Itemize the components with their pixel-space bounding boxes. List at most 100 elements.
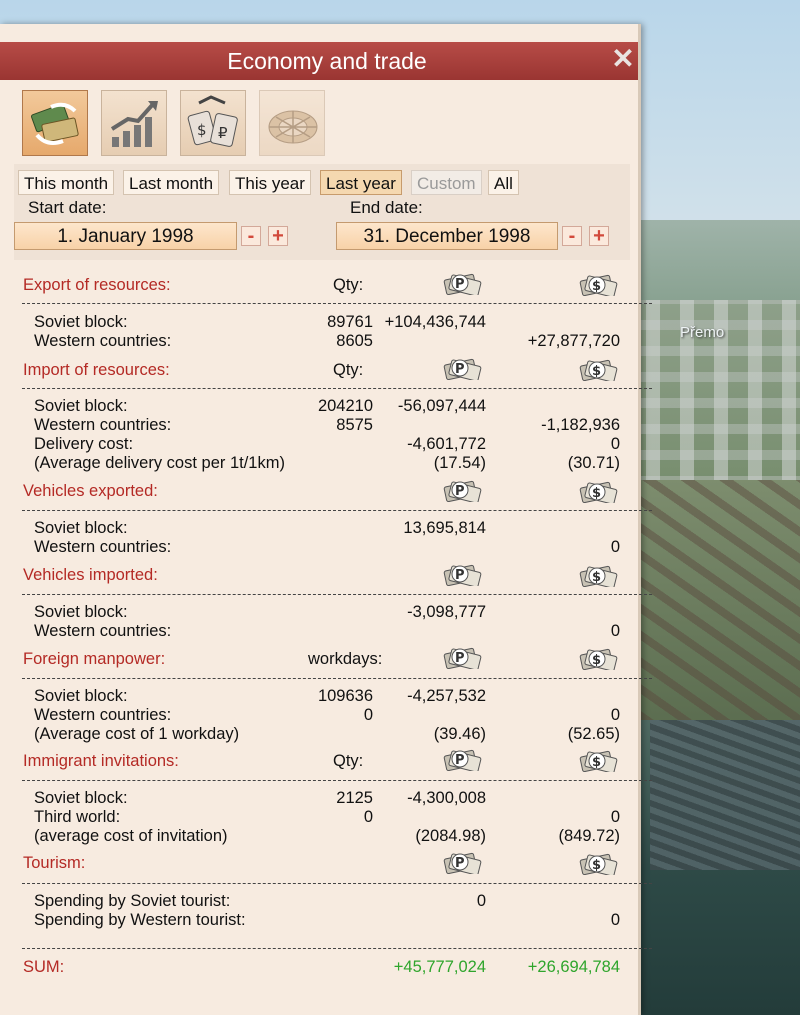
foreign-manpower-title: Foreign manpower: — [23, 650, 166, 668]
svg-text:$: $ — [592, 364, 601, 379]
ruble-banknotes-icon: P — [442, 747, 482, 773]
start-date-decrease-button[interactable]: - — [241, 226, 261, 246]
row-rubles: 13,695,814 — [403, 519, 486, 537]
row-label: Third world: — [34, 808, 121, 826]
growth-chart-icon — [110, 101, 158, 147]
row-dollars: 0 — [610, 706, 620, 724]
row-rubles: -56,097,444 — [397, 397, 486, 415]
svg-text:$: $ — [197, 121, 207, 139]
title-bar[interactable]: Economy and trade ✕ — [0, 42, 638, 80]
svg-text:$: $ — [592, 858, 601, 873]
row-label: Soviet block: — [34, 519, 128, 537]
this-year-button[interactable]: This year — [229, 170, 311, 195]
price-tags-icon: $ ₽ — [187, 95, 238, 147]
svg-text:P: P — [455, 753, 465, 768]
dollar-banknotes-icon: $ — [578, 851, 618, 877]
last-month-button[interactable]: Last month — [123, 170, 220, 195]
svg-text:P: P — [455, 856, 465, 871]
svg-text:P: P — [455, 484, 465, 499]
last-year-button[interactable]: Last year — [320, 170, 402, 195]
row-rubles: -4,601,772 — [407, 435, 486, 453]
row-rubles: (17.54) — [433, 454, 486, 472]
prices-tab-button[interactable]: $ ₽ — [180, 90, 246, 156]
trade-tab-button[interactable] — [22, 90, 88, 156]
row-label: Spending by Western tourist: — [34, 911, 246, 929]
separator — [22, 883, 652, 884]
row-dollars: (52.65) — [567, 725, 620, 743]
qty-header: Qty: — [333, 361, 364, 379]
start-date-field[interactable]: 1. January 1998 — [14, 222, 237, 250]
svg-text:P: P — [455, 568, 465, 583]
row-label: Delivery cost: — [34, 435, 134, 453]
svg-text:P: P — [455, 277, 465, 292]
this-month-button[interactable]: This month — [18, 170, 115, 195]
row-dollars: 0 — [610, 435, 620, 453]
industrial-area — [630, 480, 800, 740]
svg-text:$: $ — [592, 279, 601, 294]
row-label: Soviet block: — [34, 397, 128, 415]
row-label: Soviet block: — [34, 687, 128, 705]
ruble-banknotes-icon: P — [442, 271, 482, 297]
row-qty: 0 — [363, 706, 373, 724]
end-date-decrease-button[interactable]: - — [562, 226, 582, 246]
custom-button: Custom — [411, 170, 482, 195]
end-date-field[interactable]: 31. December 1998 — [336, 222, 558, 250]
row-rubles: -4,300,008 — [407, 789, 486, 807]
row-rubles: +104,436,744 — [384, 313, 486, 331]
row-label: (Average cost of 1 workday) — [34, 725, 240, 743]
row-dollars: +27,877,720 — [527, 332, 620, 350]
row-qty: 8575 — [336, 416, 373, 434]
close-icon[interactable]: ✕ — [611, 44, 635, 74]
separator — [22, 678, 652, 679]
ruble-banknotes-icon: P — [442, 645, 482, 671]
row-label: Western countries: — [34, 538, 172, 556]
qty-header: Qty: — [333, 276, 364, 294]
dollar-banknotes-icon: $ — [578, 272, 618, 298]
row-label: Western countries: — [34, 706, 172, 724]
separator — [22, 303, 652, 304]
svg-text:₽: ₽ — [218, 124, 228, 142]
svg-text:$: $ — [592, 653, 601, 668]
statistics-tab-button[interactable] — [101, 90, 167, 156]
row-qty: 0 — [363, 808, 373, 826]
row-dollars: 0 — [610, 538, 620, 556]
svg-text:$: $ — [592, 755, 601, 770]
row-label: Soviet block: — [34, 789, 128, 807]
row-qty: 8605 — [336, 332, 373, 350]
vehicles-imported-title: Vehicles imported: — [23, 566, 158, 584]
separator — [22, 594, 652, 595]
start-date-increase-button[interactable]: + — [268, 226, 288, 246]
casino-tab-button[interactable] — [259, 90, 325, 156]
dialog-title: Economy and trade — [227, 48, 427, 74]
row-rubles: (39.46) — [433, 725, 486, 743]
row-dollars: 0 — [610, 911, 620, 929]
city-name-label[interactable]: Přemo — [680, 324, 724, 341]
sum-dollars: +26,694,784 — [527, 958, 620, 976]
svg-text:$: $ — [592, 570, 601, 585]
all-button[interactable]: All — [488, 170, 519, 195]
dollar-banknotes-icon: $ — [578, 646, 618, 672]
end-date-increase-button[interactable]: + — [589, 226, 609, 246]
dollar-banknotes-icon: $ — [578, 357, 618, 383]
separator — [22, 948, 652, 949]
dollar-banknotes-icon: $ — [578, 479, 618, 505]
harbor-cranes — [650, 720, 800, 870]
separator — [22, 780, 652, 781]
row-label: Western countries: — [34, 416, 172, 434]
row-label: Soviet block: — [34, 313, 128, 331]
ruble-banknotes-icon: P — [442, 850, 482, 876]
svg-text:P: P — [455, 651, 465, 666]
vehicles-exported-title: Vehicles exported: — [23, 482, 158, 500]
sum-rubles: +45,777,024 — [393, 958, 486, 976]
svg-text:$: $ — [592, 486, 601, 501]
row-label: (average cost of invitation) — [34, 827, 228, 845]
row-dollars: (849.72) — [558, 827, 620, 845]
tourism-title: Tourism: — [23, 854, 86, 872]
svg-text:P: P — [455, 362, 465, 377]
dollar-banknotes-icon: $ — [578, 563, 618, 589]
row-rubles: (2084.98) — [415, 827, 486, 845]
separator — [22, 388, 652, 389]
ruble-banknotes-icon: P — [442, 562, 482, 588]
row-rubles: -3,098,777 — [407, 603, 486, 621]
workdays-header: workdays: — [308, 650, 383, 668]
